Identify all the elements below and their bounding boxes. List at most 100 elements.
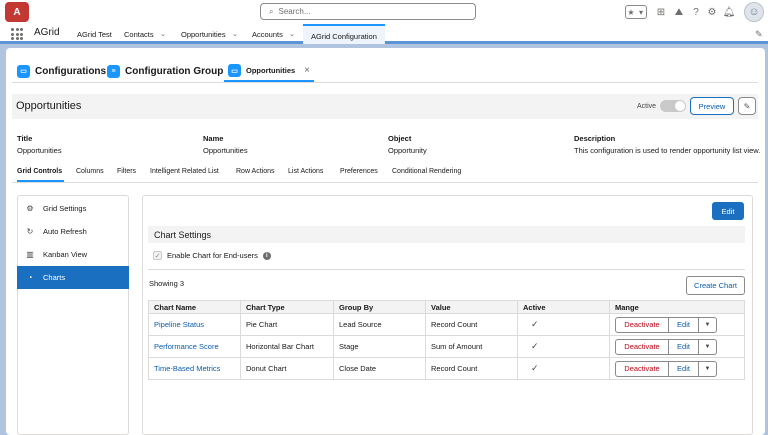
tab-filters[interactable]: Filters bbox=[117, 168, 136, 175]
page-title: Opportunities bbox=[16, 100, 82, 112]
notification-bell-icon[interactable]: 🔔︎ bbox=[722, 5, 736, 19]
manage-cell: Deactivate Edit ▼ bbox=[609, 357, 745, 380]
chart-type-cell: Pie Chart bbox=[240, 313, 334, 336]
value-cell: Sum of Amount bbox=[425, 335, 518, 358]
field-label-description: Description bbox=[574, 134, 616, 143]
preview-button[interactable]: Preview bbox=[690, 97, 734, 115]
chart-type-cell: Donut Chart bbox=[240, 357, 334, 380]
column-header-active: Active bbox=[517, 300, 610, 314]
chevron-down-icon[interactable]: ▼ bbox=[699, 360, 717, 377]
divider bbox=[12, 182, 758, 183]
configuration-icon: ▭ bbox=[17, 64, 30, 78]
chevron-down-icon[interactable]: ⌄ bbox=[289, 30, 295, 38]
divider bbox=[148, 269, 745, 270]
active-cell: ✓ bbox=[517, 335, 610, 358]
edit-button[interactable]: Edit bbox=[712, 202, 744, 220]
nav-item-contacts[interactable]: Contacts bbox=[124, 30, 154, 39]
avatar-icon[interactable]: ☺ bbox=[744, 2, 764, 22]
edit-record-button[interactable]: ✎ bbox=[738, 97, 756, 115]
deactivate-button[interactable]: Deactivate bbox=[615, 360, 669, 377]
chart-name-link[interactable]: Time-Based Metrics bbox=[148, 357, 241, 380]
column-header-chart-name: Chart Name bbox=[148, 300, 241, 314]
add-icon[interactable]: ⊞ bbox=[654, 5, 668, 19]
deactivate-button[interactable]: Deactivate bbox=[615, 316, 669, 333]
edit-row-button[interactable]: Edit bbox=[669, 338, 699, 355]
tab-conditional-rendering[interactable]: Conditional Rendering bbox=[392, 168, 461, 175]
help-icon[interactable]: ? bbox=[689, 5, 703, 19]
chart-type-cell: Horizontal Bar Chart bbox=[240, 335, 334, 358]
chevron-down-icon[interactable]: ⌄ bbox=[160, 30, 166, 38]
search-icon: ⌕ bbox=[269, 6, 274, 16]
group-by-cell: Stage bbox=[333, 335, 426, 358]
edit-nav-pencil-icon[interactable]: ✎ bbox=[755, 29, 763, 40]
field-value-object: Opportunity bbox=[388, 146, 427, 155]
table-row: Time-Based Metrics Donut Chart Close Dat… bbox=[148, 357, 745, 380]
field-label-title: Title bbox=[17, 134, 33, 143]
checkmark-icon: ✓ bbox=[531, 319, 539, 329]
side-nav-kanban-view[interactable]: ▥ Kanban View bbox=[17, 243, 129, 266]
app-logo[interactable]: A bbox=[5, 2, 29, 22]
nav-item-accounts[interactable]: Accounts bbox=[252, 30, 283, 39]
enable-chart-row: ✓ Enable Chart for End-users i bbox=[153, 251, 271, 260]
chevron-down-icon[interactable]: ▼ bbox=[699, 316, 717, 333]
create-chart-button[interactable]: Create Chart bbox=[686, 276, 745, 295]
chevron-down-icon[interactable]: ▼ bbox=[699, 338, 717, 355]
tab-list-actions[interactable]: List Actions bbox=[288, 168, 323, 175]
field-label-object: Object bbox=[388, 134, 412, 143]
chart-name-link[interactable]: Pipeline Status bbox=[148, 313, 241, 336]
favorites-button[interactable]: ★ ▾ bbox=[625, 5, 647, 19]
tab-grid-controls[interactable]: Grid Controls bbox=[17, 168, 62, 175]
side-nav-grid-settings[interactable]: ⚙ Grid Settings bbox=[17, 197, 129, 220]
column-header-manage: Mange bbox=[609, 300, 745, 314]
tab-preferences[interactable]: Preferences bbox=[340, 168, 378, 175]
active-cell: ✓ bbox=[517, 357, 610, 380]
checkmark-icon: ✓ bbox=[531, 363, 539, 373]
star-icon: ★ bbox=[627, 7, 635, 17]
nav-item-opportunities[interactable]: Opportunities bbox=[181, 30, 226, 39]
field-value-name: Opportunities bbox=[203, 146, 248, 155]
kanban-icon: ▥ bbox=[26, 250, 34, 259]
subtab-configuration-groups[interactable]: ≡ Configuration Groups bbox=[107, 61, 229, 81]
chart-settings-heading: Chart Settings bbox=[148, 226, 745, 243]
field-label-name: Name bbox=[203, 134, 224, 143]
app-launcher-icon[interactable] bbox=[11, 28, 23, 40]
tab-intelligent-related-list[interactable]: Intelligent Related List bbox=[150, 168, 219, 175]
nav-item-agrid-test[interactable]: AGrid Test bbox=[77, 30, 112, 39]
pie-chart-icon: ◔ bbox=[27, 273, 33, 282]
info-icon[interactable]: i bbox=[262, 251, 271, 260]
refresh-icon: ↻ bbox=[26, 227, 34, 236]
edit-row-button[interactable]: Edit bbox=[669, 360, 699, 377]
value-cell: Record Count bbox=[425, 313, 518, 336]
enable-chart-checkbox[interactable]: ✓ bbox=[153, 251, 162, 260]
record-count: Showing 3 bbox=[149, 279, 185, 288]
table-row: Performance Score Horizontal Bar Chart S… bbox=[148, 335, 745, 358]
tab-row-actions[interactable]: Row Actions bbox=[236, 168, 275, 175]
navigation-bar: AGrid AGrid Test Contacts ⌄ Opportunitie… bbox=[0, 24, 768, 44]
configuration-icon: ▭ bbox=[228, 64, 241, 77]
side-nav-auto-refresh[interactable]: ↻ Auto Refresh bbox=[17, 220, 129, 243]
tab-columns[interactable]: Columns bbox=[76, 168, 104, 175]
deactivate-button[interactable]: Deactivate bbox=[615, 338, 669, 355]
chevron-down-icon[interactable]: ▾ bbox=[636, 6, 646, 18]
side-nav-charts[interactable]: ◔ Charts bbox=[17, 266, 129, 289]
edit-row-button[interactable]: Edit bbox=[669, 316, 699, 333]
chart-name-link[interactable]: Performance Score bbox=[148, 335, 241, 358]
chevron-down-icon[interactable]: ⌄ bbox=[232, 30, 238, 38]
field-value-title: Opportunities bbox=[17, 146, 62, 155]
setup-gear-icon[interactable]: ⚙ bbox=[705, 5, 719, 19]
divider bbox=[12, 82, 758, 83]
global-header: A ⌕ Search... ★ ▾ ⊞ ⛰ ? ⚙ 🔔︎ ☺ bbox=[0, 0, 768, 24]
manage-cell: Deactivate Edit ▼ bbox=[609, 313, 745, 336]
charts-table: Chart Name Chart Type Group By Value Act… bbox=[148, 300, 745, 380]
subtab-configurations[interactable]: ▭ Configurations bbox=[17, 61, 106, 81]
app-name: AGrid bbox=[34, 27, 60, 38]
trailhead-icon[interactable]: ⛰ bbox=[672, 5, 686, 19]
global-search-input[interactable]: ⌕ Search... bbox=[260, 3, 476, 20]
search-placeholder: Search... bbox=[278, 7, 311, 16]
active-toggle[interactable] bbox=[660, 100, 686, 112]
subtab-opportunities[interactable]: ▭ Opportunities × bbox=[224, 61, 315, 82]
group-by-cell: Lead Source bbox=[333, 313, 426, 336]
nav-item-agrid-configuration[interactable]: AGrid Configuration bbox=[303, 24, 385, 44]
table-header-row: Chart Name Chart Type Group By Value Act… bbox=[148, 300, 745, 314]
close-tab-icon[interactable]: × bbox=[304, 65, 310, 76]
